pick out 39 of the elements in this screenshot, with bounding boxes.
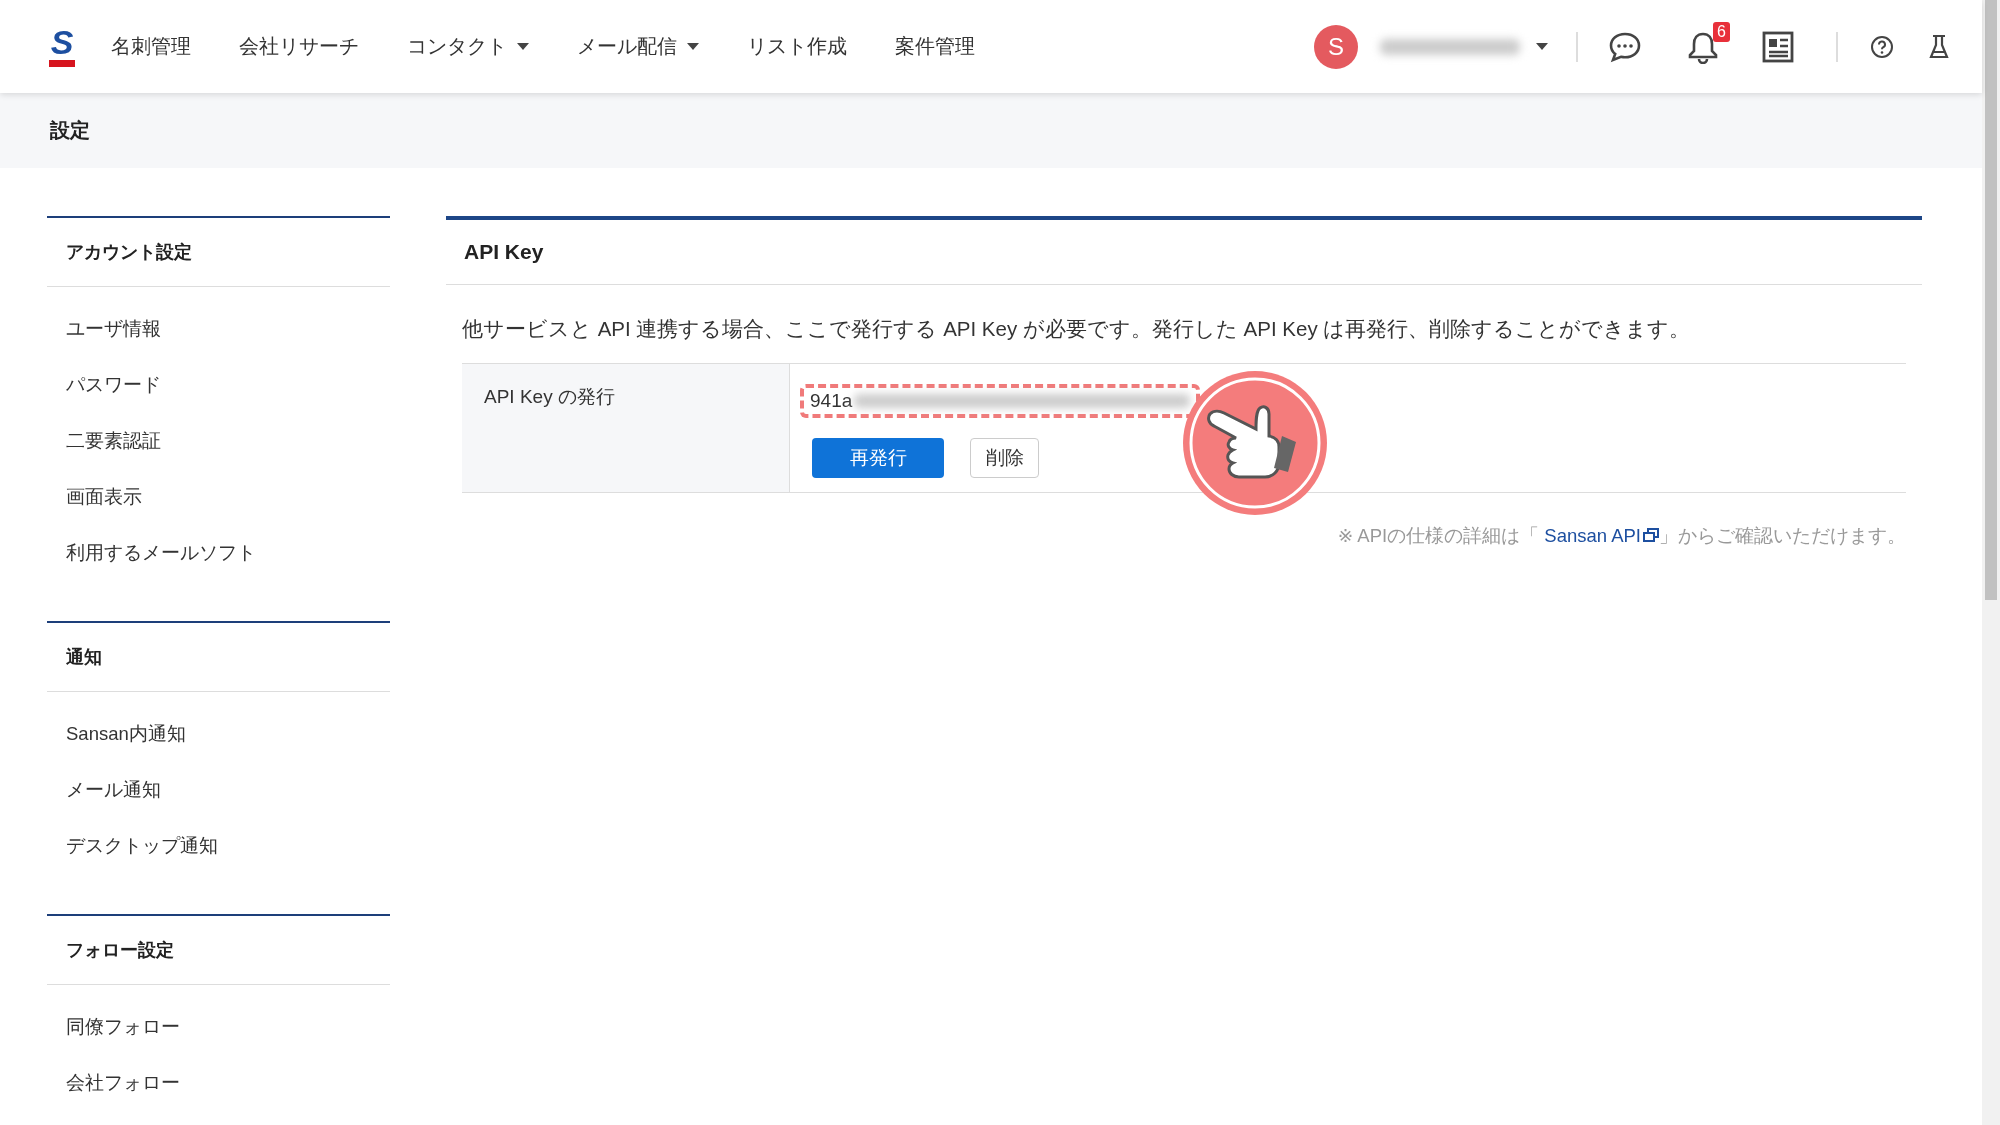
help-icon[interactable] — [1870, 34, 1894, 59]
description-text: 他サービスと API 連携する場合、ここで発行する API Key が必要です。発行した API Key は再発行、削除することができます。 — [461, 316, 1692, 342]
note-text: ※ APIの仕様の詳細は「 Sansan API 」からご確認いただけます。 — [1336, 524, 1907, 548]
nav-link[interactable]: 案件管理 — [895, 33, 975, 60]
sidebar-item[interactable]: 利用するメールソフト — [47, 525, 390, 581]
reissue-button[interactable]: 再発行 — [812, 438, 944, 478]
sidebar-item[interactable]: メール通知 — [47, 762, 390, 818]
sidebar-item[interactable]: デスクトップ通知 — [47, 818, 390, 874]
nav-link[interactable]: 名刺管理 — [111, 33, 191, 60]
nav-link[interactable]: リスト作成 — [747, 33, 847, 60]
scrollbar[interactable] — [1982, 0, 2000, 1125]
caret-icon[interactable] — [1536, 43, 1548, 50]
sidebar-heading: 通知 — [47, 621, 390, 692]
nav-dropdown[interactable]: コンタクト — [407, 33, 529, 60]
chat-icon[interactable] — [1608, 30, 1642, 63]
avatar[interactable]: S — [1314, 24, 1358, 69]
delete-button[interactable]: 削除 — [970, 438, 1039, 478]
api-docs-link[interactable]: Sansan API — [1544, 525, 1659, 546]
news-icon[interactable] — [1762, 30, 1794, 63]
pointing-hand-icon — [1182, 370, 1328, 516]
nav-dropdown[interactable]: メール配信 — [577, 33, 699, 60]
sidebar-heading: フォロー設定 — [47, 914, 390, 985]
sidebar-item[interactable]: 同僚フォロー — [47, 999, 390, 1055]
row-label: API Key の発行 — [462, 364, 790, 492]
sidebar-item[interactable]: 画面表示 — [47, 469, 390, 525]
nav-link[interactable]: 会社リサーチ — [239, 33, 359, 60]
sidebar-item[interactable]: 会社フォロー — [47, 1055, 390, 1111]
panel-title: API Key — [446, 216, 1922, 285]
sidebar-item[interactable]: パスワード — [47, 357, 390, 413]
sidebar-item[interactable]: ユーザ情報 — [47, 301, 390, 357]
sidebar-heading: アカウント設定 — [47, 216, 390, 287]
flask-icon[interactable] — [1928, 33, 1950, 60]
page-title: 設定 — [49, 118, 91, 143]
external-link-icon — [1643, 528, 1659, 542]
logo[interactable]: S — [48, 26, 76, 67]
sidebar-item[interactable]: 二要素認証 — [47, 413, 390, 469]
sidebar-item[interactable]: Sansan内通知 — [47, 706, 390, 762]
notification-badge: 6 — [1713, 21, 1730, 42]
api-key-field[interactable]: 941a — [800, 384, 1200, 418]
